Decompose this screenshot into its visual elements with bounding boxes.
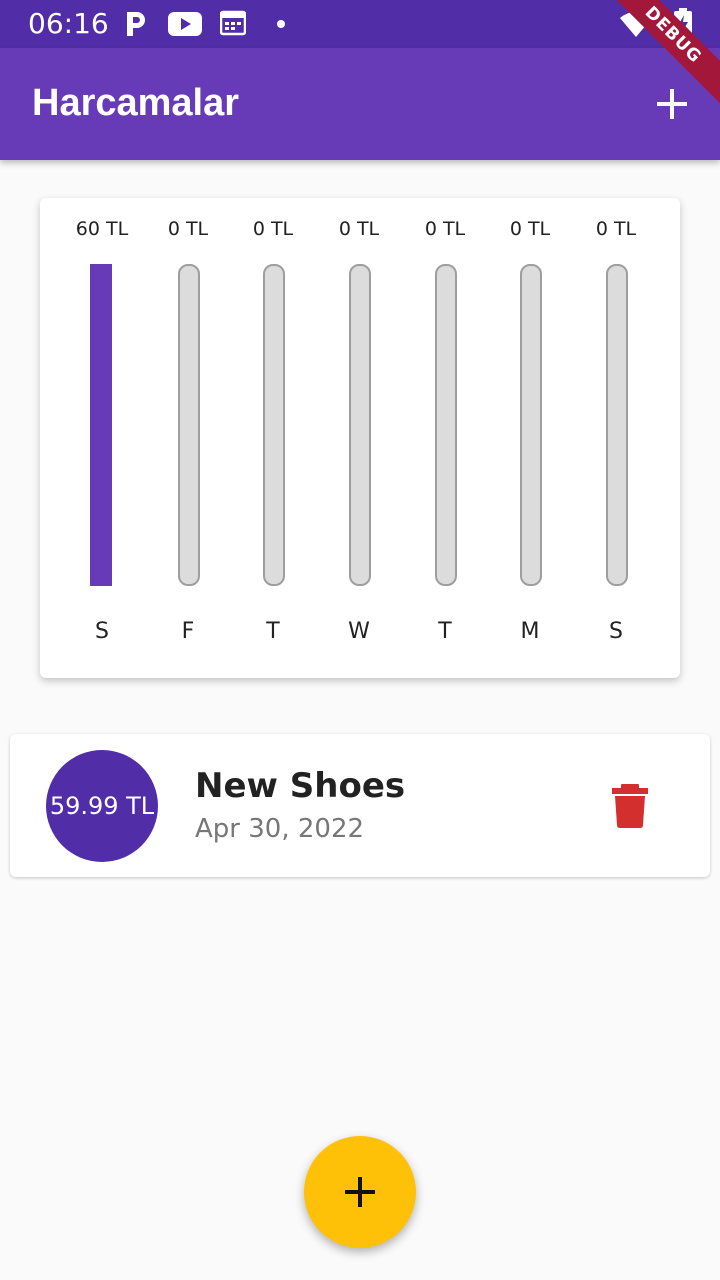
chart-bar-amount-label: 0 TL — [338, 218, 380, 240]
chart-bar-track — [435, 264, 457, 586]
weekly-chart-card: 60 TL S 0 TL F 0 TL T 0 TL W 0 TL T 0 TL M 0 TL S — [40, 198, 680, 678]
chart-bar-column: 0 TL S — [576, 198, 656, 678]
chart-bar-amount-label: 0 TL — [595, 218, 637, 240]
chart-bar-column: 0 TL M — [490, 198, 570, 678]
chart-bar-track — [606, 264, 628, 586]
chart-bar-column: 0 TL W — [319, 198, 399, 678]
chart-bar-track — [263, 264, 285, 586]
page-title: Harcamalar — [32, 82, 240, 124]
trash-icon — [612, 784, 648, 828]
transaction-amount-badge: 59.99 TL — [46, 750, 158, 862]
status-time: 06:16 — [28, 7, 109, 40]
add-icon — [345, 1177, 375, 1207]
status-bar: 06:16 — [0, 0, 720, 48]
chart-bar-fill — [90, 264, 112, 586]
parking-icon — [127, 12, 145, 36]
chart-bar-column: 0 TL T — [405, 198, 485, 678]
chart-bar-track — [90, 264, 112, 586]
chart-bar-column: 0 TL F — [148, 198, 228, 678]
chart-bar-track — [349, 264, 371, 586]
add-expense-button[interactable] — [646, 78, 698, 130]
chart-bar-amount-label: 0 TL — [252, 218, 294, 240]
chart-bar-column: 0 TL T — [233, 198, 313, 678]
chart-bar-amount-label: 0 TL — [509, 218, 551, 240]
chart-bar-day-label: F — [181, 619, 195, 644]
chart-bar-amount-label: 0 TL — [424, 218, 466, 240]
transaction-date: Apr 30, 2022 — [195, 814, 365, 844]
add-transaction-fab[interactable] — [304, 1136, 416, 1248]
chart-bar-day-label: T — [266, 619, 280, 644]
transaction-card: 59.99 TL New Shoes Apr 30, 2022 — [10, 734, 710, 877]
chart-bar-day-label: W — [348, 619, 370, 644]
transaction-title: New Shoes — [195, 766, 406, 806]
chart-bar-day-label: S — [95, 619, 109, 644]
chart-bar-amount-label: 60 TL — [75, 218, 129, 240]
chart-bar-day-label: S — [609, 619, 623, 644]
chart-bar-track — [520, 264, 542, 586]
chart-bar-track — [178, 264, 200, 586]
chart-bar-day-label: T — [438, 619, 452, 644]
chart-bar-day-label: M — [520, 619, 540, 644]
chart-bar-column: 60 TL S — [62, 198, 142, 678]
delete-transaction-button[interactable] — [610, 784, 650, 828]
notification-dot-icon — [277, 20, 285, 28]
chart-bar-amount-label: 0 TL — [167, 218, 209, 240]
app-bar: Harcamalar — [0, 48, 720, 160]
calendar-icon — [220, 10, 246, 36]
youtube-icon — [168, 12, 202, 36]
